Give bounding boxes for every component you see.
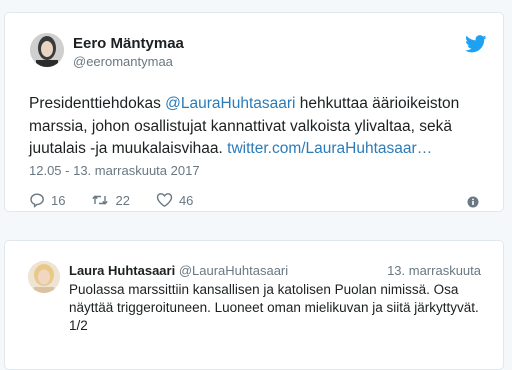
twitter-bird-icon[interactable] — [465, 35, 487, 53]
quoted-author-name[interactable]: Laura Huhtasaari — [69, 263, 175, 278]
avatar[interactable] — [30, 33, 64, 67]
tweet-date[interactable]: 12.05 - 13. marraskuuta 2017 — [29, 163, 200, 178]
tweet-card: Eero Mäntymaa @eeromantymaa Presidenttie… — [4, 12, 504, 212]
tweet-text-part: Presidenttiehdokas — [29, 95, 166, 112]
like-heart-icon — [156, 193, 173, 208]
info-icon[interactable] — [467, 196, 479, 208]
quoted-author-handle[interactable]: @LauraHuhtasaari — [179, 263, 288, 278]
like-button[interactable]: 46 — [156, 192, 193, 208]
quoted-tweet-card[interactable]: Laura Huhtasaari @LauraHuhtasaari 13. ma… — [4, 240, 504, 370]
quoted-timestamp[interactable]: 13. marraskuuta — [387, 263, 481, 278]
retweet-icon — [92, 195, 109, 205]
like-count: 46 — [178, 192, 194, 208]
reply-icon — [30, 193, 44, 208]
retweet-button[interactable]: 22 — [91, 192, 130, 208]
quoted-header: Laura Huhtasaari @LauraHuhtasaari — [69, 263, 288, 278]
action-bar: 16 22 46 — [29, 192, 219, 208]
mention-link[interactable]: @LauraHuhtasaari — [165, 95, 295, 112]
tweet-url-link[interactable]: twitter.com/LauraHuhtasaar… — [227, 140, 432, 157]
quoted-tweet-text: Puolassa marssittiin kansallisen ja kato… — [69, 282, 479, 333]
retweet-count: 22 — [115, 192, 130, 208]
reply-count: 16 — [51, 192, 66, 208]
author-name[interactable]: Eero Mäntymaa — [73, 35, 184, 52]
tweet-text: Presidenttiehdokas @LauraHuhtasaari hehk… — [29, 93, 489, 161]
reply-button[interactable]: 16 — [29, 192, 65, 208]
avatar[interactable] — [28, 261, 60, 293]
author-handle[interactable]: @eeromantymaa — [73, 54, 173, 69]
